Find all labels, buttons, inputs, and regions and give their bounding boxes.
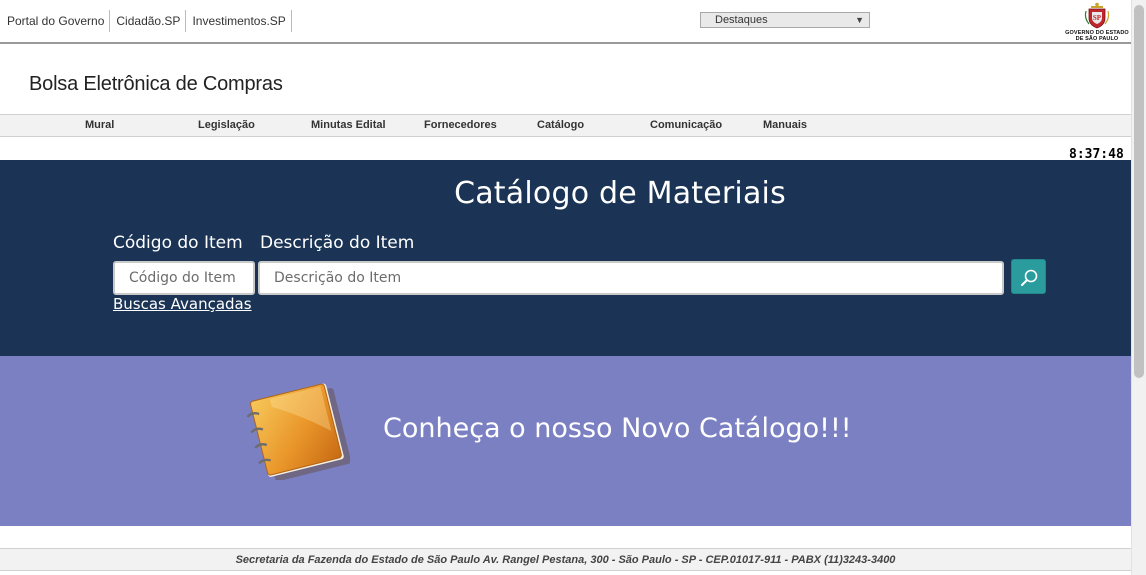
- advanced-search-link[interactable]: Buscas Avançadas: [113, 295, 252, 313]
- item-description-label: Descrição do Item: [260, 233, 415, 253]
- item-code-label: Código do Item: [113, 233, 243, 253]
- search-icon: [1021, 269, 1038, 286]
- link-investimentos-sp[interactable]: Investimentos.SP: [186, 10, 292, 32]
- chevron-down-icon: ▼: [855, 15, 864, 25]
- catalog-title: Catálogo de Materiais: [454, 176, 786, 211]
- main-menu: Mural Legislação Minutas Edital Forneced…: [0, 114, 1131, 137]
- item-code-input[interactable]: [113, 261, 255, 295]
- menu-item-mural[interactable]: Mural: [85, 119, 114, 131]
- menu-item-manuais[interactable]: Manuais: [763, 119, 807, 131]
- page: Portal do Governo Cidadão.SP Investiment…: [0, 0, 1146, 575]
- site-title: Bolsa Eletrônica de Compras: [29, 73, 283, 95]
- menu-item-legislacao[interactable]: Legislação: [198, 119, 255, 131]
- menu-item-fornecedores[interactable]: Fornecedores: [424, 119, 497, 131]
- search-button[interactable]: [1011, 259, 1046, 294]
- government-logo[interactable]: SP GOVERNO DO ESTADO DE SÃO PAULO: [1062, 2, 1132, 44]
- menu-item-minutas-edital[interactable]: Minutas Edital: [311, 119, 386, 131]
- menu-item-catalogo[interactable]: Catálogo: [537, 119, 584, 131]
- link-cidadao-sp[interactable]: Cidadão.SP: [110, 10, 187, 32]
- government-bar: Portal do Governo Cidadão.SP Investiment…: [0, 0, 1131, 44]
- government-links: Portal do Governo Cidadão.SP Investiment…: [0, 10, 292, 32]
- menu-item-comunicacao[interactable]: Comunicação: [650, 119, 722, 131]
- scrollbar-thumb[interactable]: [1134, 5, 1144, 378]
- svg-text:SP: SP: [1093, 14, 1102, 22]
- new-catalog-text: Conheça o nosso Novo Catálogo!!!: [383, 413, 852, 444]
- destaques-select-value: Destaques: [715, 14, 768, 26]
- footer-address: Secretaria da Fazenda do Estado de São P…: [0, 548, 1131, 571]
- state-seal-icon: SP: [1084, 2, 1110, 29]
- vertical-scrollbar[interactable]: [1131, 0, 1146, 575]
- link-portal-do-governo[interactable]: Portal do Governo: [0, 10, 111, 32]
- logo-caption-line-2: DE SÃO PAULO: [1075, 36, 1119, 42]
- notebook-icon: [246, 383, 350, 480]
- destaques-select[interactable]: Destaques ▼: [700, 12, 870, 28]
- item-description-input[interactable]: [258, 261, 1004, 295]
